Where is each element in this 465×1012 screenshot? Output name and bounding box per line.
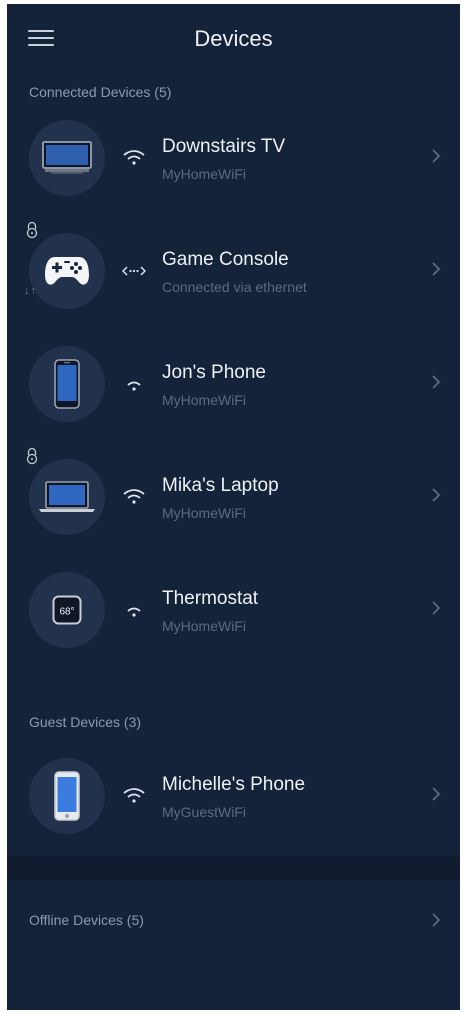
device-name: Michelle's Phone [162, 774, 306, 795]
device-network: Connected via ethernet [162, 279, 307, 295]
device-avatar [29, 346, 105, 422]
thermostat-reading: 68° [59, 607, 74, 618]
ethernet-icon [122, 266, 146, 276]
lock-icon [26, 221, 38, 239]
chevron-right-icon[interactable] [431, 487, 441, 503]
device-name: Game Console [162, 249, 289, 270]
laptop-icon [39, 481, 95, 512]
device-name: Thermostat [162, 588, 259, 609]
guest-devices-label: Guest Devices (3) [29, 714, 142, 730]
offline-devices-row[interactable]: Offline Devices (5) [7, 880, 460, 960]
wifi-icon [123, 788, 145, 803]
wifi-icon [127, 607, 141, 617]
devices-screen: Devices Connected Devices (5) Downstairs… [7, 4, 460, 1010]
device-network: MyHomeWiFi [162, 505, 246, 521]
wifi-icon [127, 381, 141, 391]
device-avatar: 68° [29, 572, 105, 648]
phone-icon [54, 771, 80, 821]
device-network: MyHomeWiFi [162, 166, 246, 182]
device-row-downstairs-tv[interactable]: Downstairs TV MyHomeWiFi [7, 108, 460, 208]
page-title: Devices [194, 26, 273, 51]
tv-icon [42, 141, 92, 174]
chevron-right-icon[interactable] [431, 786, 441, 802]
device-row-michelles-phone[interactable]: Michelle's Phone MyGuestWiFi [7, 746, 460, 846]
wifi-icon [123, 150, 145, 165]
chevron-right-icon[interactable] [431, 148, 441, 164]
activity-arrows-icon: ↓↑ [24, 285, 37, 297]
device-row-mikas-laptop[interactable]: Mika's Laptop MyHomeWiFi [7, 447, 460, 547]
device-avatar [29, 233, 105, 309]
device-avatar [29, 758, 105, 834]
device-network: MyGuestWiFi [162, 804, 246, 820]
device-avatar [29, 120, 105, 196]
game-controller-icon [45, 257, 89, 285]
device-row-jons-phone[interactable]: Jon's Phone MyHomeWiFi [7, 334, 460, 434]
device-row-thermostat[interactable]: 68° Thermostat MyHomeWiFi [7, 560, 460, 660]
offline-devices-label: Offline Devices (5) [29, 912, 144, 928]
chevron-right-icon[interactable] [431, 374, 441, 390]
device-network: MyHomeWiFi [162, 618, 246, 634]
device-name: Mika's Laptop [162, 475, 279, 496]
device-row-game-console[interactable]: ↓↑ Game Console Connected via ethernet [7, 221, 460, 321]
chevron-right-icon[interactable] [431, 912, 441, 928]
device-network: MyHomeWiFi [162, 392, 246, 408]
device-name: Downstairs TV [162, 136, 286, 157]
chevron-right-icon[interactable] [431, 261, 441, 277]
lock-icon [26, 447, 38, 465]
device-avatar [29, 459, 105, 535]
section-divider [7, 856, 460, 880]
phone-icon [54, 359, 80, 409]
connected-devices-label: Connected Devices (5) [29, 84, 172, 100]
thermostat-icon: 68° [52, 595, 82, 625]
chevron-right-icon[interactable] [431, 600, 441, 616]
device-name: Jon's Phone [162, 362, 266, 383]
wifi-icon [123, 489, 145, 504]
header: Devices [7, 4, 460, 74]
